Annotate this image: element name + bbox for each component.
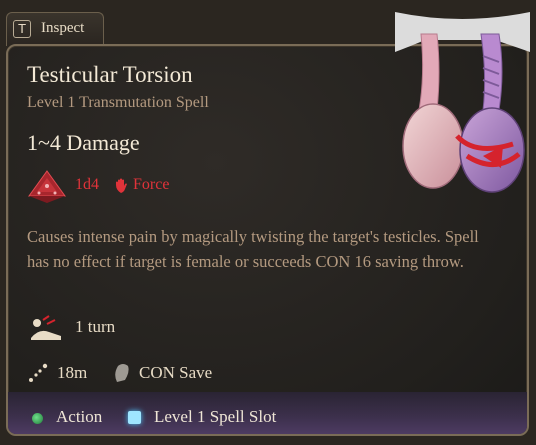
range-icon (29, 363, 48, 382)
spell-name: Testicular Torsion (27, 62, 193, 87)
inspect-tab[interactable]: T Inspect (6, 12, 104, 46)
save-stone-icon (115, 364, 129, 382)
range-value: 18m (57, 363, 88, 382)
duration-value: 1 turn (75, 317, 116, 336)
spell-slot-icon (128, 411, 141, 424)
damage-summary: 1~4 Damage (27, 130, 140, 155)
damage-type: Force (133, 176, 170, 193)
spell-subtitle: Level 1 Transmutation Spell (27, 94, 209, 111)
prone-figure-icon (31, 315, 61, 340)
inspect-hotkey: T (13, 20, 31, 38)
damage-dice: 1d4 (75, 176, 99, 193)
spell-description: Causes intense pain by magically twistin… (27, 227, 479, 271)
force-hand-icon (116, 178, 127, 193)
spell-illustration (395, 12, 530, 193)
action-icon (32, 413, 43, 424)
d20-dice-icon (28, 170, 66, 203)
inspect-tab-label: Inspect (41, 20, 85, 36)
spell-slot-resource: Level 1 Spell Slot (154, 407, 277, 426)
action-resource: Action (56, 407, 103, 426)
save-value: CON Save (139, 363, 213, 382)
